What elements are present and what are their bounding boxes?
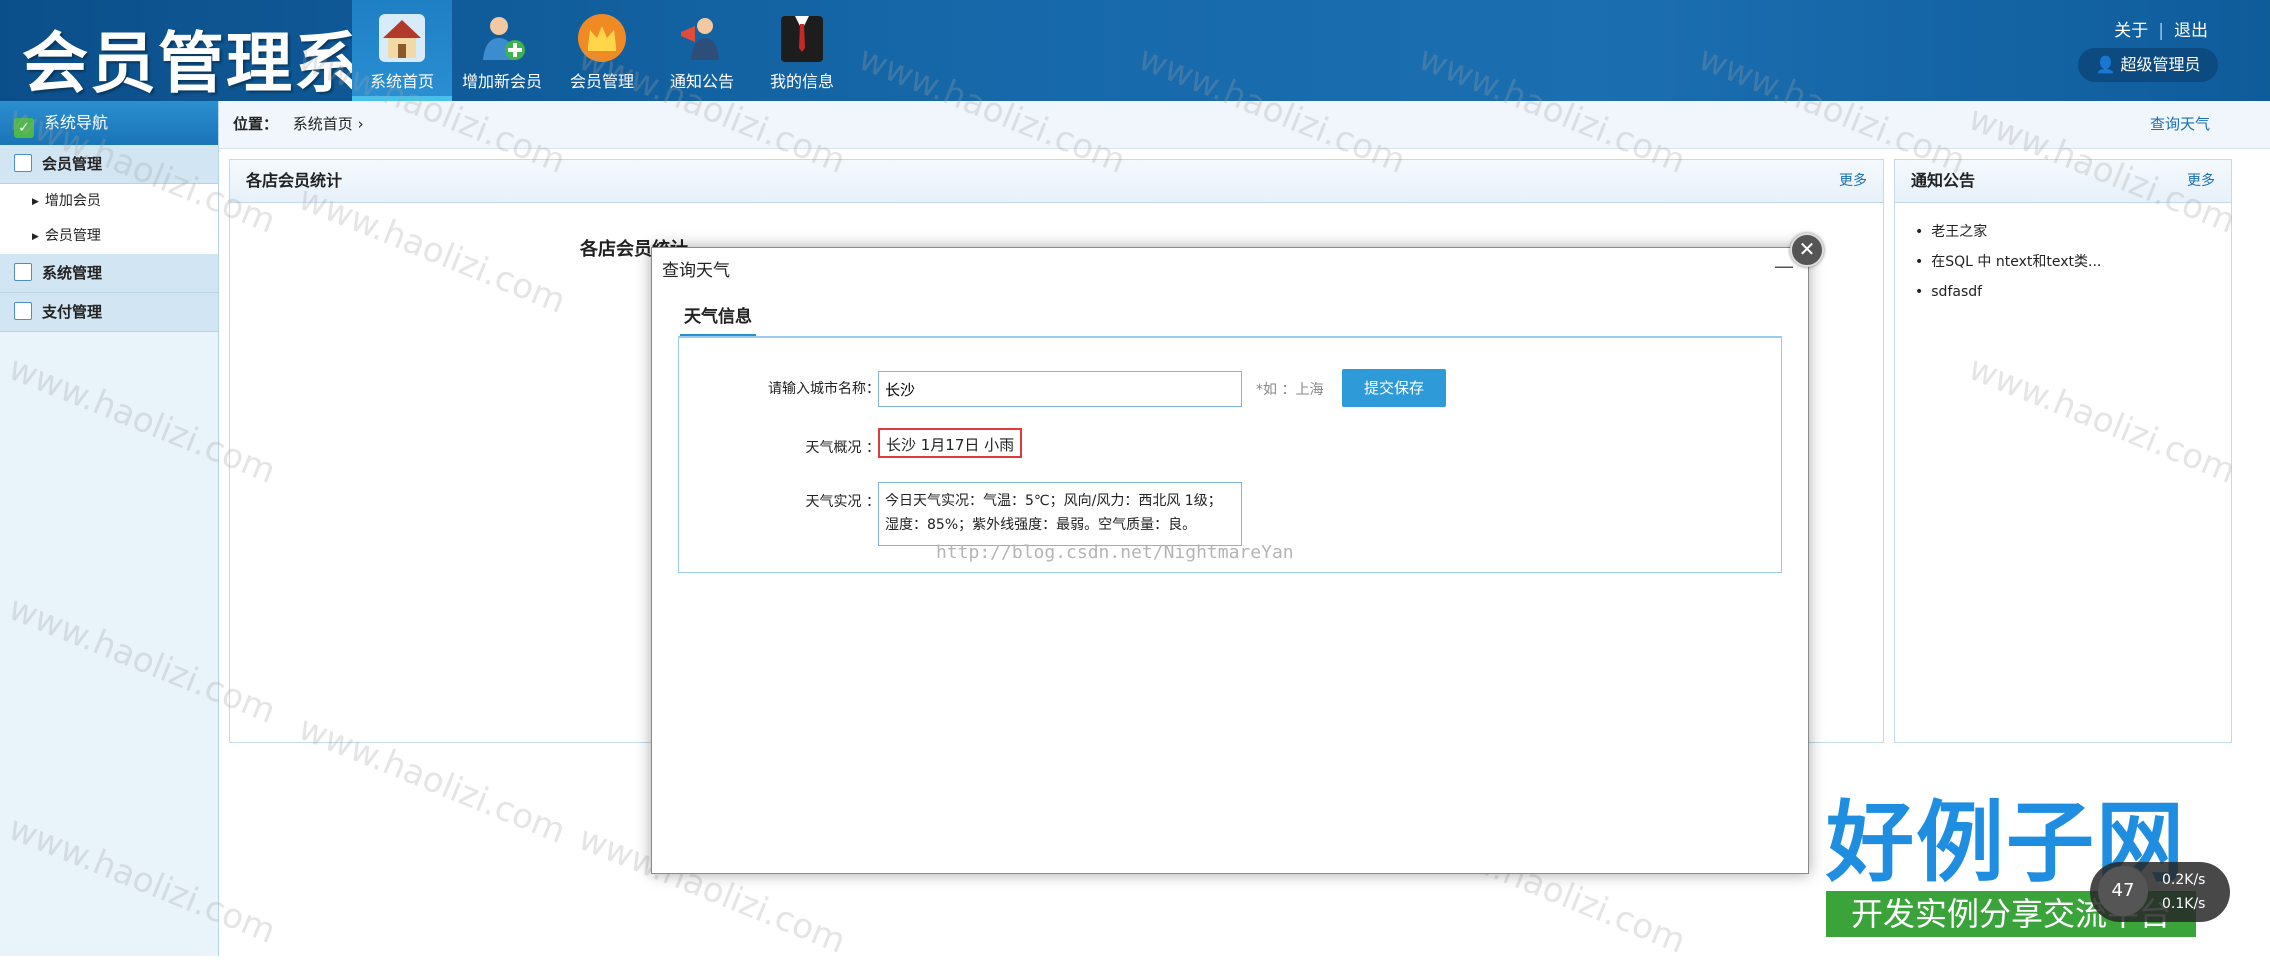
dialog-title: 查询天气 [662,261,730,281]
nav-home[interactable]: 系统首页 [352,0,452,101]
nav-notice-label: 通知公告 [669,72,734,91]
speed-percent: 47 [2098,866,2148,916]
nav-my-info[interactable]: 我的信息 [752,0,852,101]
user-name: 超级管理员 [2120,55,2201,74]
notice-item[interactable]: 在SQL 中 ntext和text类... [1915,247,2231,277]
sidebar: ✓ 系统导航 会员管理 增加会员 会员管理 系统管理 支付管理 [0,101,219,956]
summary-label: 天气概况 ： [805,440,880,456]
stats-more-link[interactable]: 更多 [1839,160,1867,202]
add-user-icon [483,17,525,60]
breadcrumb-path[interactable]: 系统首页 › [293,115,364,133]
nav-add-member[interactable]: 增加新会员 [452,0,552,101]
network-speed-widget[interactable]: 47 0.2K/s 0.1K/s [2090,862,2230,922]
sidebar-header: ✓ 系统导航 [0,101,218,145]
nav-my-info-label: 我的信息 [769,72,834,91]
sidebar-group-member[interactable]: 会员管理 [0,145,218,184]
crown-icon [578,14,626,62]
notice-item[interactable]: sdfasdf [1915,277,2231,307]
notice-panel-header: 通知公告 更多 [1895,160,2231,203]
sidebar-item-add-member[interactable]: 增加会员 [0,184,218,219]
megaphone-icon [681,18,719,60]
calendar-icon [14,263,32,281]
stats-panel-title: 各店会员统计 [246,171,343,190]
sidebar-group-payment[interactable]: 支付管理 [0,293,218,332]
submit-button[interactable]: 提交保存 [1342,369,1446,407]
about-link[interactable]: 关于 [2104,21,2158,41]
notice-more-link[interactable]: 更多 [2187,160,2215,202]
sidebar-group-label: 支付管理 [42,303,103,321]
weather-link[interactable]: 查询天气 [2150,101,2210,148]
tab-weather-info[interactable]: 天气信息 [680,300,756,337]
upload-speed: 0.2K/s [2162,872,2206,888]
city-label: 请输入城市名称： [768,381,880,397]
notice-panel-title: 通知公告 [1911,171,1976,190]
notice-list: 老王之家 在SQL 中 ntext和text类... sdfasdf [1895,203,2231,307]
check-icon: ✓ [14,118,34,138]
top-header: 会员管理系统 系统首页 增加新会员 会员管理 通知公告 我的信息 关于 | 退出… [0,0,2270,102]
notice-item[interactable]: 老王之家 [1915,217,2231,247]
download-speed: 0.1K/s [2162,896,2206,912]
user-icon: 👤 [2095,55,2116,74]
sidebar-title: 系统导航 [44,113,109,132]
nav-member-manage[interactable]: 会员管理 [552,0,652,101]
calendar-icon [14,302,32,320]
detail-textarea[interactable]: 今日天气实况：气温：5℃；风向/风力：西北风 1级；湿度：85%；紫外线强度：最… [878,482,1242,546]
sidebar-group-label: 系统管理 [42,264,103,282]
logout-link[interactable]: 退出 [2164,21,2218,41]
stats-panel-header: 各店会员统计 更多 [230,160,1883,203]
notice-panel: 通知公告 更多 老王之家 在SQL 中 ntext和text类... sdfas… [1894,159,2232,743]
nav-home-label: 系统首页 [369,72,434,91]
list-icon [14,154,32,172]
summary-value: 长沙 1月17日 小雨 [878,428,1023,458]
sidebar-group-label: 会员管理 [42,155,103,173]
nav-member-manage-label: 会员管理 [569,72,634,91]
nav-notice[interactable]: 通知公告 [652,0,752,101]
breadcrumb: 位置： 系统首页 › 查询天气 [219,101,2270,149]
user-badge[interactable]: 👤 超级管理员 [2078,48,2218,82]
breadcrumb-label: 位置： [233,115,279,133]
sidebar-group-system[interactable]: 系统管理 [0,254,218,293]
city-input[interactable] [878,371,1242,407]
csdn-watermark: http://blog.csdn.net/NightmareYan [936,542,1294,563]
city-hint: *如 ：上海 [1256,382,1324,398]
sidebar-item-member-manage[interactable]: 会员管理 [0,219,218,254]
top-links: 关于 | 退出 [2104,16,2218,41]
house-icon [379,14,425,62]
detail-label: 天气实况 ： [805,494,880,510]
nav-add-member-label: 增加新会员 [461,72,542,91]
close-button[interactable]: ✕ [1790,233,1824,267]
suit-icon [781,16,823,62]
